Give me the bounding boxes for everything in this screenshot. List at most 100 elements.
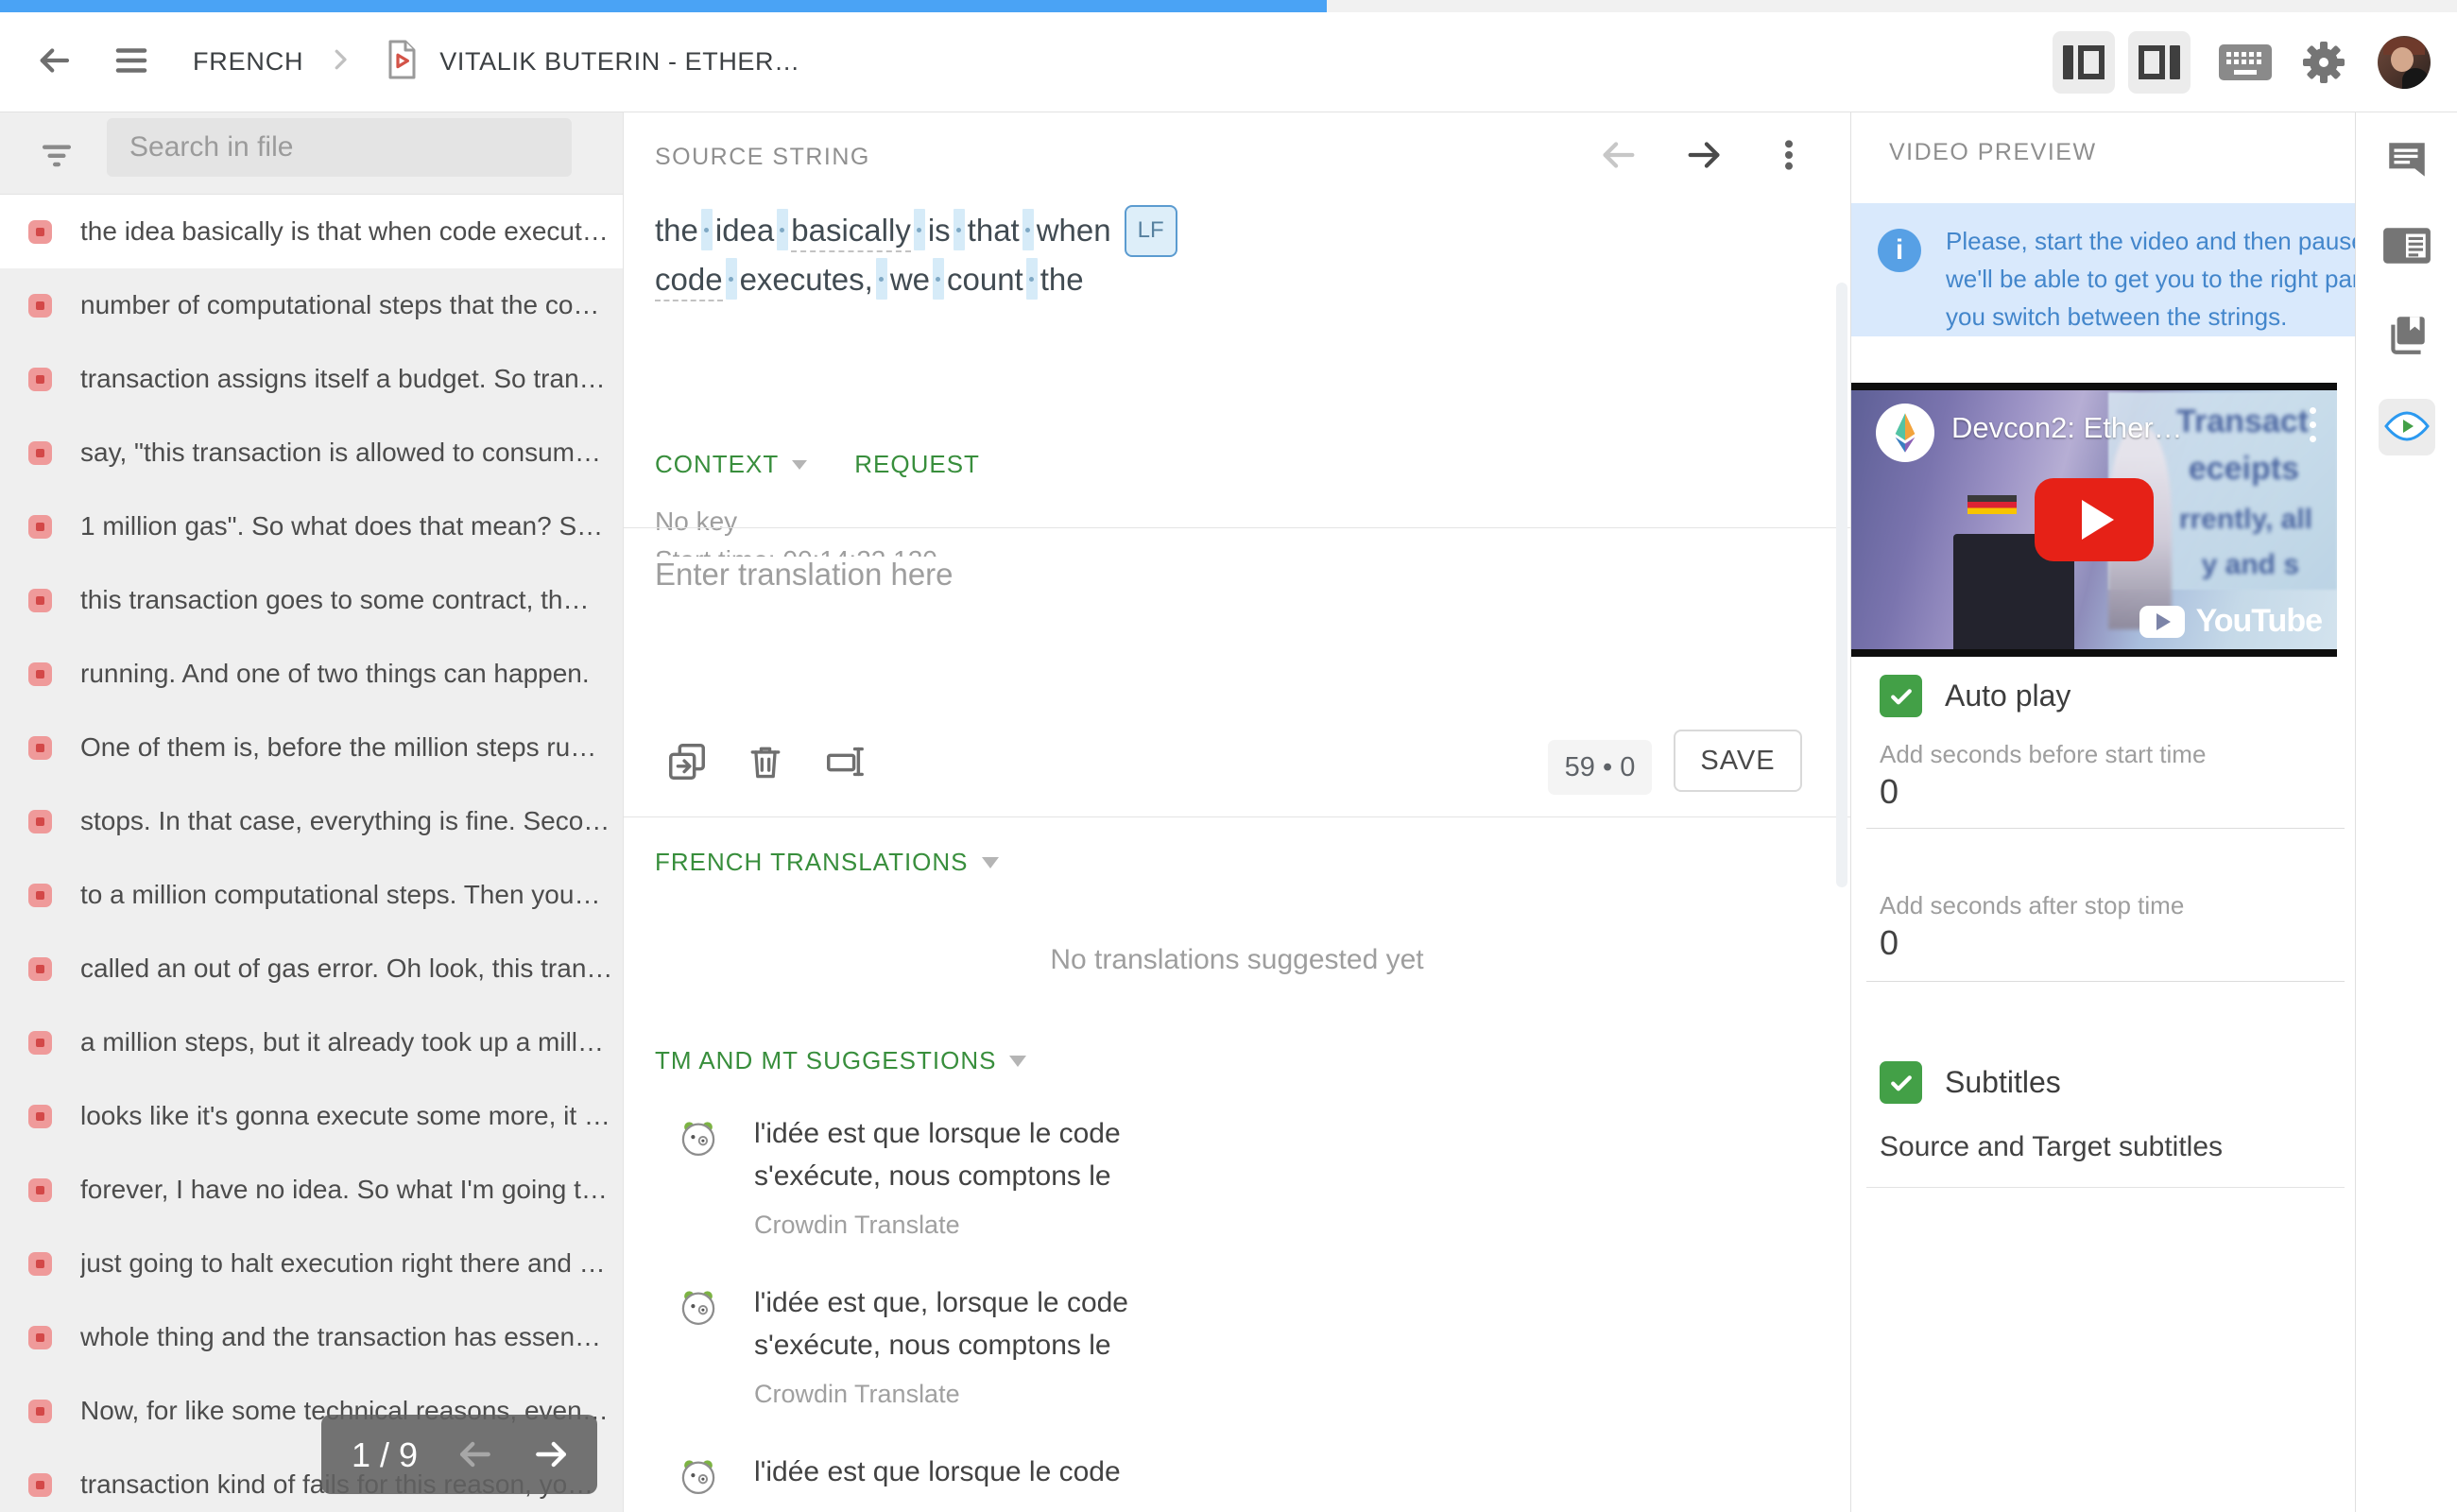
input-underline bbox=[1866, 981, 2345, 982]
translation-input[interactable] bbox=[655, 557, 1770, 708]
string-list-item[interactable]: this transaction goes to some contract, … bbox=[0, 563, 623, 637]
user-avatar[interactable] bbox=[2378, 35, 2431, 89]
untranslated-status-icon bbox=[28, 1472, 52, 1497]
string-list-item[interactable]: 1 million gas". So what does that mean? … bbox=[0, 490, 623, 563]
subtitles-checkbox[interactable] bbox=[1880, 1061, 1922, 1104]
video-title[interactable]: Devcon2: Ether… bbox=[1951, 411, 2183, 445]
settings-button[interactable] bbox=[2272, 41, 2345, 84]
select-text-button[interactable] bbox=[822, 740, 868, 786]
keyboard-shortcuts-button[interactable] bbox=[2219, 43, 2272, 80]
hamburger-icon bbox=[112, 41, 151, 83]
crowdin-translate-icon bbox=[681, 1460, 715, 1494]
right-toolbar bbox=[2355, 112, 2457, 1512]
progress-fill bbox=[0, 0, 1327, 12]
next-string-button[interactable] bbox=[1683, 133, 1727, 181]
string-list-item[interactable]: a million steps, but it already took up … bbox=[0, 1005, 623, 1079]
suggestion-list: l'idée est que lorsque le code s'exécute… bbox=[679, 1112, 1170, 1512]
string-list-item[interactable]: number of computational steps that the c… bbox=[0, 268, 623, 342]
video-file-icon bbox=[379, 37, 424, 87]
save-button[interactable]: SAVE bbox=[1674, 730, 1802, 792]
prev-string-button[interactable] bbox=[1596, 133, 1640, 181]
string-list-item[interactable]: transaction assigns itself a budget. So … bbox=[0, 342, 623, 416]
string-list-item[interactable]: stops. In that case, everything is fine.… bbox=[0, 784, 623, 858]
string-list-item[interactable]: just going to halt execution right there… bbox=[0, 1227, 623, 1300]
divider bbox=[624, 527, 1850, 528]
info-icon: i bbox=[1878, 229, 1921, 272]
suggestion-item[interactable]: l'idée est que lorsque le code s'exécute… bbox=[679, 1112, 1170, 1240]
editor-panel: SOURCE STRING the idea basically is that when… bbox=[624, 112, 1850, 1512]
layout-left-icon bbox=[2063, 44, 2105, 79]
back-button[interactable] bbox=[34, 41, 74, 83]
main-menu-button[interactable] bbox=[112, 41, 151, 83]
string-list-item[interactable]: the idea basically is that when code exe… bbox=[0, 195, 623, 268]
video-notice: i Please, start the video and then pause… bbox=[1851, 203, 2355, 336]
comments-panel-button[interactable] bbox=[2383, 137, 2431, 187]
string-text: called an out of gas error. Oh look, thi… bbox=[80, 954, 613, 983]
string-list-item[interactable]: whole thing and the transaction has esse… bbox=[0, 1300, 623, 1374]
subtitles-mode-select[interactable]: Source and Target subtitles bbox=[1880, 1131, 2223, 1163]
autoplay-checkbox[interactable] bbox=[1880, 675, 1922, 717]
scrollbar-thumb[interactable] bbox=[1836, 283, 1847, 887]
string-list-item[interactable]: running. And one of two things can happe… bbox=[0, 637, 623, 711]
untranslated-status-icon bbox=[28, 588, 52, 612]
autoplay-label: Auto play bbox=[1945, 679, 2071, 713]
after-stop-input[interactable] bbox=[1880, 923, 2088, 963]
layout-left-panel-button[interactable] bbox=[2053, 30, 2115, 94]
layout-right-icon bbox=[2139, 44, 2180, 79]
untranslated-status-icon bbox=[28, 1325, 52, 1349]
tab-request[interactable]: REQUEST bbox=[854, 450, 980, 479]
suggestion-item[interactable]: l'idée est que lorsque le code bbox=[679, 1451, 1170, 1496]
youtube-player[interactable]: Transact eceipts rrently, all y and s Devco… bbox=[1851, 383, 2337, 657]
before-start-input[interactable] bbox=[1880, 772, 2088, 812]
string-text: number of computational steps that the c… bbox=[80, 290, 600, 319]
suggestion-source-label: Crowdin Translate bbox=[754, 1211, 960, 1239]
progress-bar bbox=[0, 0, 2457, 12]
next-page-button[interactable] bbox=[531, 1434, 573, 1480]
terminology-panel-button[interactable] bbox=[2383, 311, 2431, 361]
untranslated-status-icon bbox=[28, 219, 52, 244]
string-list-item[interactable]: called an out of gas error. Oh look, thi… bbox=[0, 932, 623, 1005]
string-list-item[interactable]: looks like it's gonna execute some more,… bbox=[0, 1079, 623, 1153]
back-arrow-icon bbox=[34, 41, 74, 83]
chevron-down-icon bbox=[792, 459, 808, 470]
translations-section-header[interactable]: FRENCH TRANSLATIONS bbox=[655, 848, 999, 877]
filter-icon[interactable] bbox=[36, 133, 77, 180]
video-menu-icon[interactable] bbox=[2310, 407, 2316, 442]
untranslated-status-icon bbox=[28, 367, 52, 391]
ethereum-logo bbox=[1876, 404, 1934, 462]
play-button[interactable] bbox=[2035, 478, 2154, 561]
space-marker bbox=[1025, 258, 1038, 301]
clear-translation-button[interactable] bbox=[745, 740, 786, 786]
file-title: VITALIK BUTERIN - ETHER… bbox=[439, 47, 800, 76]
video-preview-toggle-button[interactable] bbox=[2378, 399, 2435, 455]
suggestion-item[interactable]: l'idée est que, lorsque le code s'exécut… bbox=[679, 1281, 1170, 1409]
youtube-logo[interactable]: YouTube bbox=[2139, 603, 2323, 640]
string-list-item[interactable]: forever, I have no idea. So what I'm goi… bbox=[0, 1153, 623, 1227]
before-start-label: Add seconds before start time bbox=[1880, 740, 2207, 768]
input-underline bbox=[1866, 1187, 2345, 1188]
video-preview-panel: VIDEO PREVIEW i Please, start the video … bbox=[1850, 112, 2355, 1512]
tab-context[interactable]: CONTEXT bbox=[655, 450, 808, 479]
breadcrumb-language[interactable]: FRENCH bbox=[193, 47, 303, 77]
string-list-item[interactable]: to a million computational steps. Then y… bbox=[0, 858, 623, 932]
string-list-item[interactable]: say, "this transaction is allowed to con… bbox=[0, 416, 623, 490]
prev-page-button[interactable] bbox=[454, 1434, 495, 1480]
linebreak-tag[interactable]: LF bbox=[1124, 205, 1177, 257]
layout-right-panel-button[interactable] bbox=[2128, 30, 2191, 94]
string-menu-button[interactable] bbox=[1770, 133, 1808, 181]
keyboard-icon bbox=[2219, 43, 2272, 80]
untranslated-status-icon bbox=[28, 662, 52, 686]
suggestions-section-header[interactable]: TM AND MT SUGGESTIONS bbox=[655, 1046, 1027, 1075]
space-marker bbox=[933, 258, 944, 301]
string-list-item[interactable]: One of them is, before the million steps… bbox=[0, 711, 623, 784]
book-icon bbox=[2383, 317, 2431, 361]
copy-source-button[interactable] bbox=[665, 740, 709, 786]
search-input[interactable] bbox=[107, 118, 572, 177]
string-list: the idea basically is that when code exe… bbox=[0, 195, 623, 1512]
space-marker bbox=[777, 209, 789, 251]
char-word-counter: 59 • 0 bbox=[1548, 740, 1652, 795]
string-text: looks like it's gonna execute some more,… bbox=[80, 1101, 610, 1130]
untranslated-status-icon bbox=[28, 1251, 52, 1276]
subtitles-label: Subtitles bbox=[1945, 1065, 2061, 1099]
context-panel-button[interactable] bbox=[2381, 224, 2432, 270]
